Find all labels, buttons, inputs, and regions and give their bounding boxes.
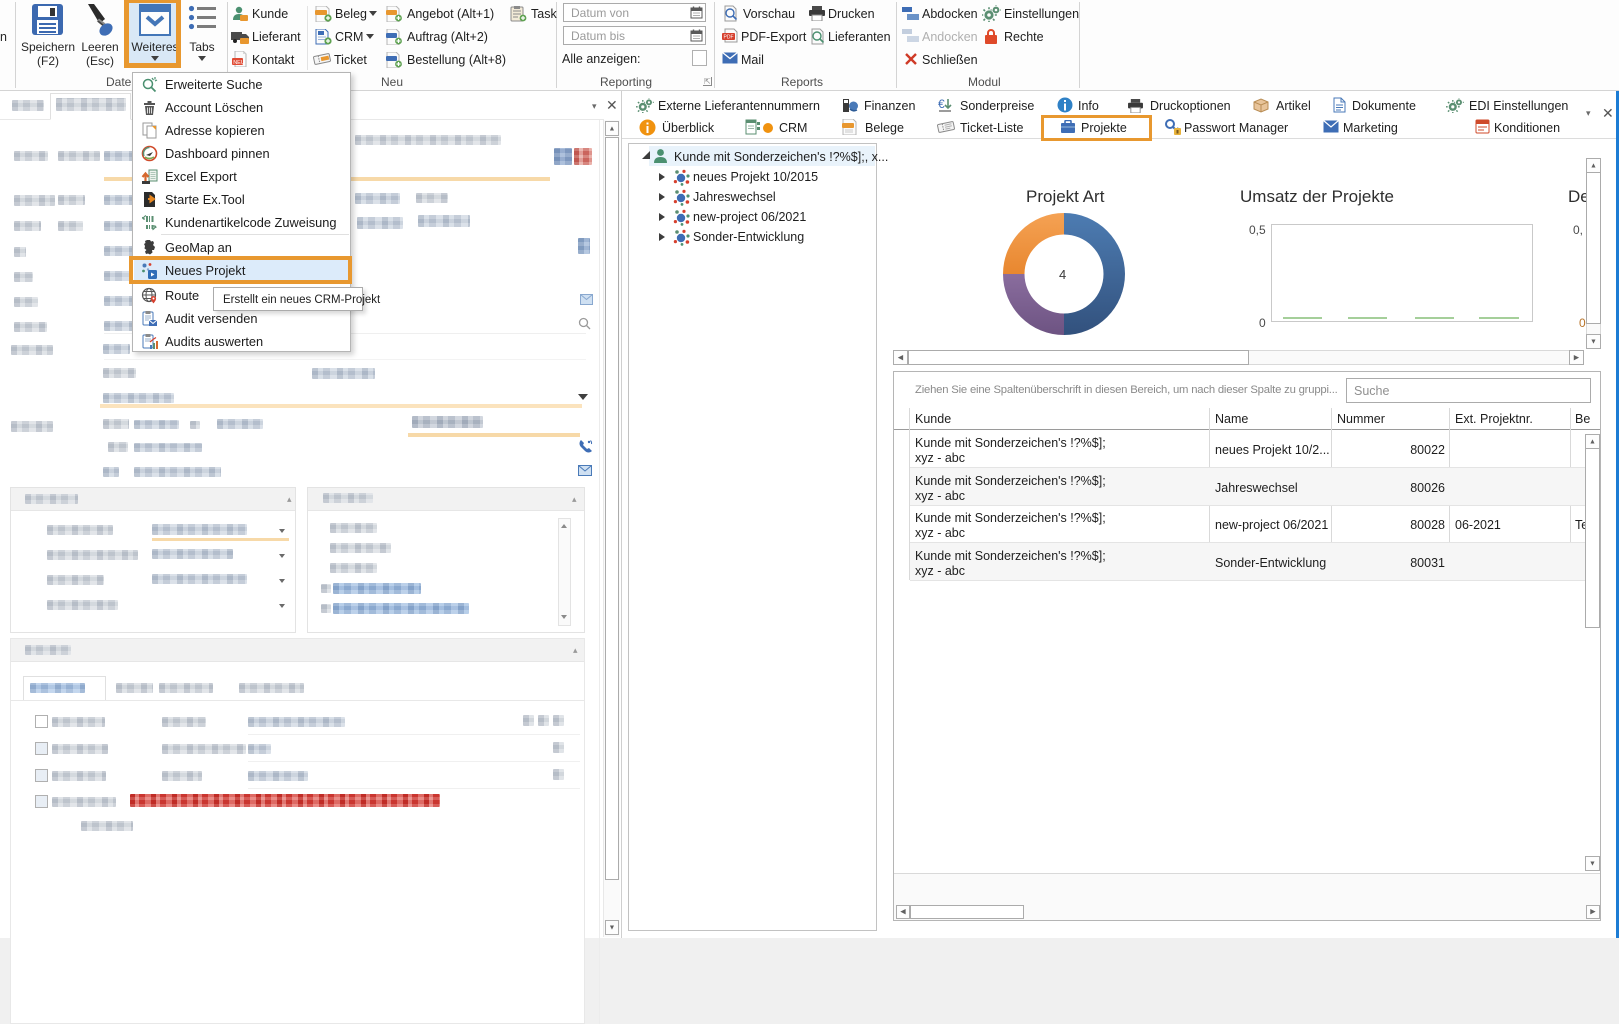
svg-text:NEU: NEU (233, 60, 245, 66)
svg-text:PDF: PDF (724, 35, 734, 41)
svg-text:€: € (938, 97, 945, 111)
